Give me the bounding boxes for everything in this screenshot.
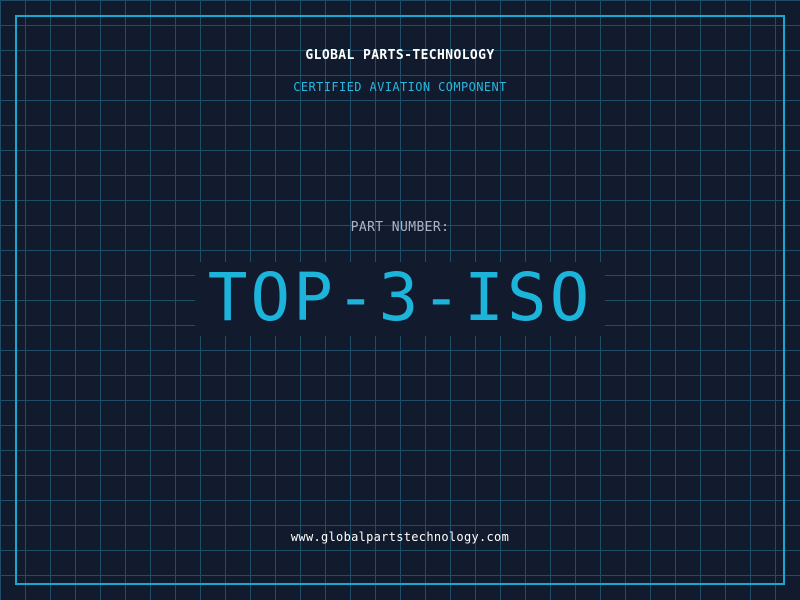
company-name: GLOBAL PARTS-TECHNOLOGY xyxy=(305,48,495,63)
part-number-label: PART NUMBER: xyxy=(350,220,450,235)
website-url: www.globalpartstechnology.com xyxy=(290,530,510,544)
part-number-value: TOP-3-ISO xyxy=(207,259,593,336)
part-label-card: GLOBAL PARTS-TECHNOLOGY CERTIFIED AVIATI… xyxy=(0,0,800,600)
tagline: CERTIFIED AVIATION COMPONENT xyxy=(293,80,507,94)
